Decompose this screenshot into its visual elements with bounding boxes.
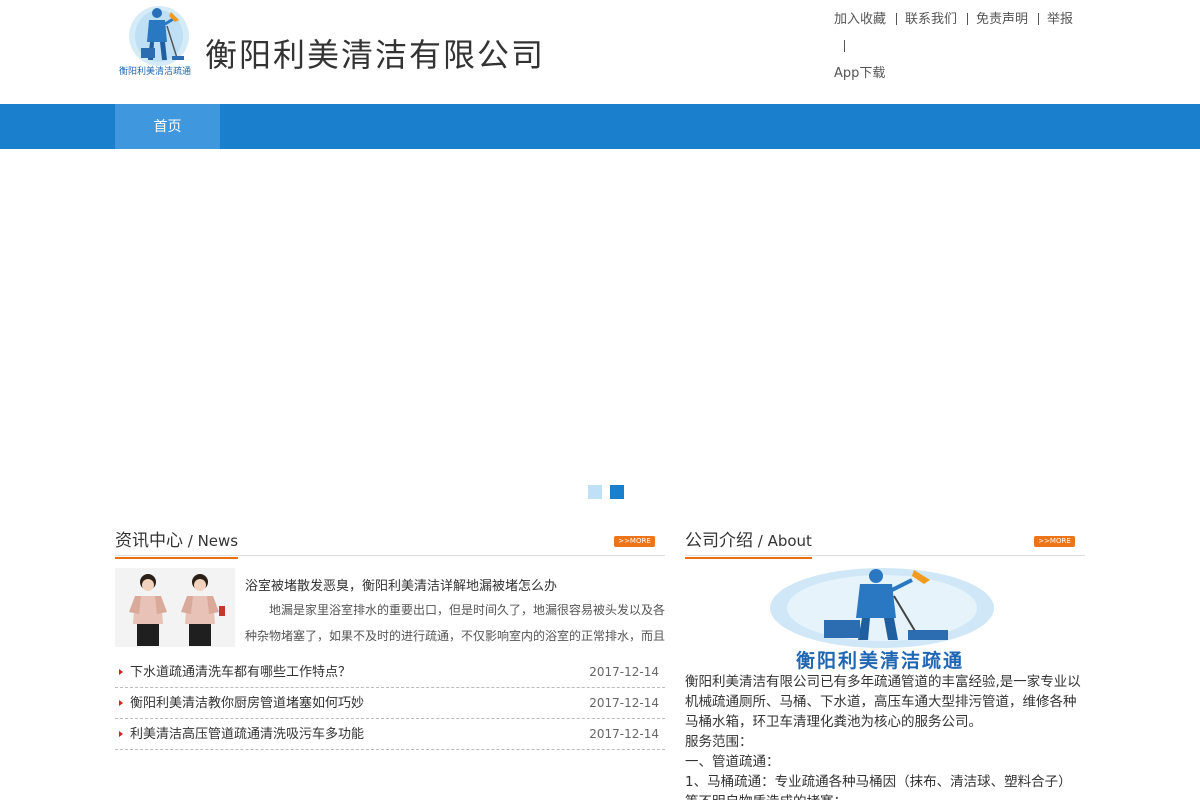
disclaimer-link[interactable]: 免责声明 [976,12,1028,27]
top-links: 加入收藏 联系我们 免责声明 举报 App下载 [834,6,1074,87]
news-section-header: 资讯中心 / News >>MORE [115,526,665,559]
bullet-arrow-icon [119,669,123,675]
add-favorite-link[interactable]: 加入收藏 [834,12,886,27]
about-logo-caption: 衡阳利美清洁疏通 [795,650,964,672]
company-logo[interactable]: 衡阳利美清洁疏通 [117,2,201,78]
news-list: 下水道疏通清洗车都有哪些工作特点？ 2017-12-14 衡阳利美清洁教你厨房管… [115,657,665,750]
slider-dot-2[interactable] [610,485,624,499]
about-paragraph: 衡阳利美清洁有限公司已有多年疏通管道的丰富经验,是一家专业以机械疏通厕所、马桶、… [685,674,1081,730]
about-text: 衡阳利美清洁有限公司已有多年疏通管道的丰富经验,是一家专业以机械疏通厕所、马桶、… [685,672,1085,800]
list-item[interactable]: 利美清洁高压管道疏通清洗吸污车多功能 2017-12-14 [115,719,665,750]
news-featured-image[interactable] [115,568,235,647]
news-title-en: / News [183,532,239,550]
list-item[interactable]: 衡阳利美清洁教你厨房管道堵塞如何巧妙 2017-12-14 [115,688,665,719]
app-download-link[interactable]: App下载 [834,66,885,81]
list-item[interactable]: 下水道疏通清洗车都有哪些工作特点？ 2017-12-14 [115,657,665,688]
nav-item-home[interactable]: 首页 [115,104,220,149]
news-section-title: 资讯中心 / News [115,526,239,559]
header: 衡阳利美清洁疏通 衡阳利美清洁有限公司 加入收藏 联系我们 免责声明 举报 App下载 [0,0,1200,104]
banner-slider [0,149,1200,507]
news-item-title[interactable]: 利美清洁高压管道疏通清洗吸污车多功能 [130,719,364,750]
about-paragraph: 一、管道疏通： [685,754,780,770]
link-separator [844,40,845,52]
link-separator [1038,13,1040,25]
about-section-header: 公司介绍 / About >>MORE [685,526,1085,559]
news-item-date: 2017-12-14 [589,696,659,710]
about-logo-image: 衡阳利美清洁疏通 [728,566,1032,672]
news-more-button[interactable]: >>MORE [614,536,655,547]
news-item-title[interactable]: 下水道疏通清洗车都有哪些工作特点？ [130,657,351,688]
contact-us-link[interactable]: 联系我们 [905,12,957,27]
news-item-date: 2017-12-14 [589,665,659,679]
news-item-date: 2017-12-14 [589,727,659,741]
bullet-arrow-icon [119,731,123,737]
logo-caption: 衡阳利美清洁疏通 [119,67,192,77]
link-separator [896,13,898,25]
slider-dot-1[interactable] [588,485,602,499]
news-featured-desc: 地漏是家里浴室排水的重要出口，但是时间久了，地漏很容易被头发以及各种杂物堵塞了，… [245,603,666,643]
about-section-title: 公司介绍 / About [685,526,812,559]
news-title-cn: 资讯中心 [115,531,183,551]
link-separator [967,13,969,25]
site-name: 衡阳利美清洁有限公司 [205,36,546,74]
about-title-en: / About [753,532,812,550]
report-link[interactable]: 举报 [1047,12,1073,27]
news-featured: 浴室被堵散发恶臭，衡阳利美清洁详解地漏被堵怎么办 地漏是家里浴室排水的重要出口，… [115,567,665,649]
main-nav: 首页 [0,104,1200,149]
about-paragraph: 1、马桶疏通：专业疏通各种马桶因（抹布、清洁球、塑料合子）等不明自物质造成的堵塞… [685,774,1072,800]
about-more-button[interactable]: >>MORE [1034,536,1075,547]
about-paragraph: 服务范围： [685,734,753,750]
about-title-cn: 公司介绍 [685,531,753,551]
news-featured-title[interactable]: 浴室被堵散发恶臭，衡阳利美清洁详解地漏被堵怎么办 [245,575,557,594]
bullet-arrow-icon [119,700,123,706]
news-item-title[interactable]: 衡阳利美清洁教你厨房管道堵塞如何巧妙 [130,688,364,719]
